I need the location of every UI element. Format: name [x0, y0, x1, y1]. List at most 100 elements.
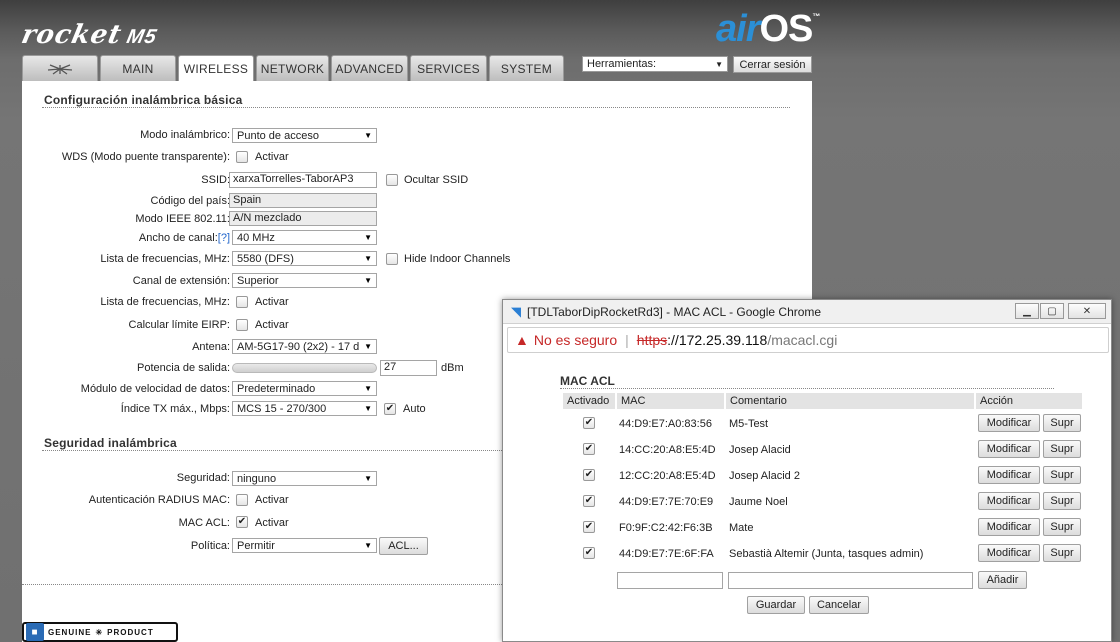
row-enabled-checkbox[interactable]: ✔: [583, 495, 595, 507]
close-button[interactable]: ✕: [1068, 303, 1106, 319]
chevron-down-icon: ▼: [364, 541, 372, 550]
data-rate-label: Módulo de velocidad de datos:: [80, 383, 230, 395]
antenna-select[interactable]: AM-5G17-90 (2x2) - 17 d ▼: [232, 339, 377, 354]
channel-width-select[interactable]: 40 MHz ▼: [232, 230, 377, 245]
tools-select[interactable]: Herramientas: ▼: [582, 56, 728, 72]
ssid-input[interactable]: xarxaTorrelles-TaborAP3: [229, 172, 377, 188]
hide-ssid-checkbox[interactable]: [386, 174, 398, 186]
wireless-mode-select[interactable]: Punto de acceso ▼: [232, 128, 377, 143]
antenna-label: Antena:: [192, 341, 230, 353]
tab-network[interactable]: NETWORK: [256, 55, 329, 81]
policy-value: Permitir: [237, 539, 275, 552]
extension-channel-select[interactable]: Superior ▼: [232, 273, 377, 288]
new-comment-input[interactable]: [728, 572, 973, 589]
power-unit: dBm: [441, 362, 464, 374]
extension-channel-value: Superior: [237, 274, 279, 287]
tx-index-value: MCS 15 - 270/300: [237, 402, 327, 415]
url-scheme: https: [636, 332, 668, 348]
security-select[interactable]: ninguno ▼: [232, 471, 377, 486]
row-enabled-checkbox[interactable]: ✔: [583, 417, 595, 429]
frequency-value: 5580 (DFS): [237, 252, 294, 265]
tab-services[interactable]: SERVICES: [410, 55, 487, 81]
hide-ssid-label: Ocultar SSID: [404, 174, 469, 186]
tab-wireless[interactable]: WIRELESS: [178, 55, 254, 82]
delete-button[interactable]: Supr: [1043, 492, 1081, 510]
auto-label: Auto: [403, 403, 426, 415]
eirp-checkbox[interactable]: [236, 319, 248, 331]
tab-ubnt-logo[interactable]: [22, 55, 98, 81]
logout-button[interactable]: Cerrar sesión: [733, 56, 812, 73]
col-header-mac: MAC: [617, 393, 724, 409]
row-enabled-checkbox[interactable]: ✔: [583, 521, 595, 533]
chevron-down-icon: ▼: [364, 404, 372, 413]
auto-checkbox[interactable]: ✔: [384, 403, 396, 415]
frequency-select[interactable]: 5580 (DFS) ▼: [232, 251, 377, 266]
delete-button[interactable]: Supr: [1043, 544, 1081, 562]
tab-main[interactable]: MAIN: [100, 55, 176, 81]
delete-button[interactable]: Supr: [1043, 414, 1081, 432]
output-power-input[interactable]: 27: [380, 360, 437, 376]
footer-divider: [22, 584, 502, 585]
modify-button[interactable]: Modificar: [978, 466, 1040, 484]
mac-acl-popup-window: ◥ [TDLTaborDipRocketRd3] - MAC ACL - Goo…: [502, 299, 1112, 642]
ubiquiti-icon: ✳: [95, 627, 104, 637]
modify-button[interactable]: Modificar: [978, 544, 1040, 562]
data-rate-select[interactable]: Predeterminado ▼: [232, 381, 377, 396]
output-power-slider[interactable]: [232, 363, 377, 373]
delete-button[interactable]: Supr: [1043, 440, 1081, 458]
modify-button[interactable]: Modificar: [978, 518, 1040, 536]
acl-button[interactable]: ACL...: [379, 537, 428, 555]
new-mac-input[interactable]: [617, 572, 723, 589]
rocket-m5-logo: rocketM5: [18, 20, 160, 50]
row-enabled-checkbox[interactable]: ✔: [583, 443, 595, 455]
wifi-icon: ◥: [511, 303, 521, 319]
lock-icon: ■: [26, 623, 44, 641]
modify-button[interactable]: Modificar: [978, 492, 1040, 510]
channel-width-value: 40 MHz: [237, 231, 275, 244]
row-mac: 44:D9:E7:A0:83:56: [619, 418, 712, 430]
data-rate-value: Predeterminado: [237, 382, 316, 395]
policy-select[interactable]: Permitir ▼: [232, 538, 377, 553]
cancel-button[interactable]: Cancelar: [809, 596, 869, 614]
freq-list-checkbox[interactable]: [236, 296, 248, 308]
security-label: Seguridad:: [176, 472, 230, 484]
ubiquiti-icon: [47, 63, 73, 75]
row-enabled-checkbox[interactable]: ✔: [583, 469, 595, 481]
section-divider: [42, 107, 790, 108]
row-enabled-checkbox[interactable]: ✔: [583, 547, 595, 559]
hide-indoor-checkbox[interactable]: [386, 253, 398, 265]
save-button[interactable]: Guardar: [747, 596, 805, 614]
wds-checkbox[interactable]: [236, 151, 248, 163]
modify-button[interactable]: Modificar: [978, 440, 1040, 458]
popup-title: [TDLTaborDipRocketRd3] - MAC ACL - Googl…: [527, 304, 822, 319]
maximize-button[interactable]: ▢: [1040, 303, 1064, 319]
output-power-label: Potencia de salida:: [137, 362, 230, 374]
radius-checkbox[interactable]: [236, 494, 248, 506]
mode-label: Modo inalámbrico:: [140, 129, 230, 141]
main-tabs: MAIN WIRELESS NETWORK ADVANCED SERVICES …: [22, 55, 564, 82]
country-label: Código del país:: [150, 195, 231, 207]
channel-width-label: Ancho de canal:[?]: [138, 232, 230, 244]
help-link[interactable]: [?]: [218, 232, 230, 244]
tab-system[interactable]: SYSTEM: [489, 55, 564, 81]
tab-advanced[interactable]: ADVANCED: [331, 55, 408, 81]
antenna-value: AM-5G17-90 (2x2) - 17 d: [237, 340, 360, 353]
minimize-button[interactable]: ▁: [1015, 303, 1039, 319]
section-divider: [560, 388, 1054, 389]
mac-acl-checkbox[interactable]: ✔: [236, 516, 248, 528]
country-field: Spain: [229, 193, 377, 208]
row-comment: Jaume Noel: [729, 496, 788, 508]
add-button[interactable]: Añadir: [978, 571, 1027, 589]
ieee-label: Modo IEEE 802.11:: [135, 213, 230, 225]
wds-checkbox-label: Activar: [255, 151, 289, 163]
delete-button[interactable]: Supr: [1043, 518, 1081, 536]
modify-button[interactable]: Modificar: [978, 414, 1040, 432]
chevron-down-icon: ▼: [364, 342, 372, 351]
chevron-down-icon: ▼: [364, 276, 372, 285]
policy-label: Política:: [190, 540, 230, 552]
address-bar[interactable]: ▲ No es seguro | https://172.25.39.118/m…: [507, 327, 1109, 353]
chevron-down-icon: ▼: [364, 233, 372, 242]
delete-button[interactable]: Supr: [1043, 466, 1081, 484]
tx-index-select[interactable]: MCS 15 - 270/300 ▼: [232, 401, 377, 416]
row-comment: Josep Alacid 2: [729, 470, 800, 482]
